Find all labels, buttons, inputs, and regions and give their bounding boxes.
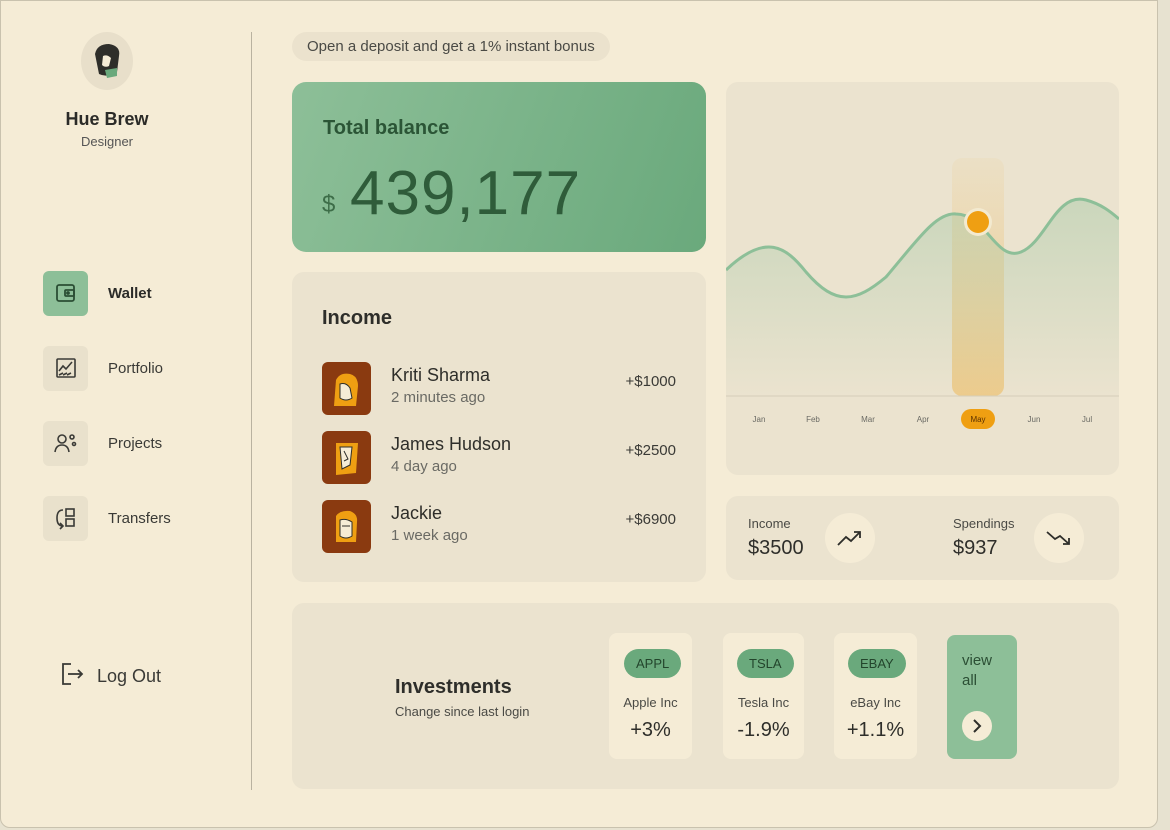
month-label-may[interactable]: May <box>970 415 985 424</box>
nav-label-projects: Projects <box>108 434 163 452</box>
wallet-icon <box>43 270 88 316</box>
stock-change: +3% <box>630 719 671 741</box>
chart-area <box>726 199 1119 396</box>
stock-ticker: TSLA <box>737 649 794 678</box>
income-amount: +$6900 <box>625 511 676 528</box>
balance-currency: $ <box>322 191 336 218</box>
balance-chart: Jan Feb Mar Apr May Jun Jul <box>726 82 1119 475</box>
income-avatar <box>322 500 371 553</box>
income-amount: +$1000 <box>625 373 676 390</box>
chart-svg: Jan Feb Mar Apr May Jun Jul <box>726 158 1119 429</box>
logout-button[interactable]: Log Out <box>59 661 161 692</box>
income-title: Income <box>322 307 393 329</box>
nav-item-projects[interactable]: Projects <box>43 420 233 466</box>
stock-name: Apple Inc <box>623 695 678 710</box>
income-spending-summary: Income $3500 Spendings $937 <box>726 496 1119 580</box>
month-label-jul[interactable]: Jul <box>1082 415 1092 424</box>
profile-name: Hue Brew <box>65 109 149 129</box>
income-row[interactable]: Kriti Sharma 2 minutes ago +$1000 <box>322 362 676 415</box>
income-stat-value: $3500 <box>748 537 804 559</box>
month-label-jan[interactable]: Jan <box>753 415 766 424</box>
sidebar: Hue Brew Designer Wallet Portfolio Proje… <box>1 1 251 829</box>
app-window: Hue Brew Designer Wallet Portfolio Proje… <box>0 0 1158 828</box>
nav-item-portfolio[interactable]: Portfolio <box>43 345 233 391</box>
income-amount: +$2500 <box>625 442 676 459</box>
income-avatar <box>322 431 371 484</box>
stock-ticker: APPL <box>624 649 682 678</box>
income-avatar <box>322 362 371 415</box>
promo-banner[interactable]: Open a deposit and get a 1% instant bonu… <box>292 32 610 61</box>
month-label-apr[interactable]: Apr <box>917 415 930 424</box>
income-time: 4 day ago <box>391 458 457 475</box>
trend-down-icon[interactable] <box>1034 513 1084 563</box>
balance-amount: 439,177 <box>350 159 582 228</box>
chart-icon <box>43 345 88 391</box>
logout-label: Log Out <box>97 666 162 686</box>
spending-stat-value: $937 <box>953 537 998 559</box>
stock-card-tsla[interactable]: TSLA Tesla Inc -1.9% <box>723 633 804 759</box>
view-all-label: view all <box>962 652 993 689</box>
income-name: James Hudson <box>391 434 512 454</box>
team-icon <box>43 420 88 466</box>
stock-ticker: EBAY <box>848 649 906 678</box>
stock-change: -1.9% <box>737 719 790 741</box>
nav-item-wallet[interactable]: Wallet <box>43 270 233 316</box>
income-name: Kriti Sharma <box>391 365 491 385</box>
nav-item-transfers[interactable]: Transfers <box>43 495 233 541</box>
transfer-icon <box>43 495 88 541</box>
income-row[interactable]: Jackie 1 week ago +$6900 <box>322 500 676 553</box>
stock-name: eBay Inc <box>850 695 901 710</box>
income-card: Income Kriti Sharma 2 minutes ago +$1000 <box>292 272 706 582</box>
logout-icon <box>59 661 85 692</box>
stock-card-ebay[interactable]: EBAY eBay Inc +1.1% <box>834 633 917 759</box>
investments-card: Investments Change since last login APPL… <box>292 603 1119 789</box>
nav-label-wallet: Wallet <box>108 284 152 302</box>
profile-avatar[interactable] <box>81 32 133 90</box>
profile-role: Designer <box>80 134 134 149</box>
income-stat-label: Income <box>748 516 791 531</box>
investments-subtitle: Change since last login <box>395 704 530 719</box>
chevron-right-icon[interactable] <box>962 711 992 741</box>
month-label-jun[interactable]: Jun <box>1028 415 1041 424</box>
stock-change: +1.1% <box>846 719 905 741</box>
sidebar-divider <box>251 32 252 790</box>
month-label-feb[interactable]: Feb <box>806 415 820 424</box>
income-time: 1 week ago <box>391 527 468 544</box>
stock-card-appl[interactable]: APPL Apple Inc +3% <box>609 633 692 759</box>
trend-up-icon[interactable] <box>825 513 875 563</box>
spending-stat-label: Spendings <box>953 516 1015 531</box>
investments-title: Investments <box>395 676 512 698</box>
nav-label-transfers: Transfers <box>108 509 171 527</box>
income-time: 2 minutes ago <box>391 389 486 406</box>
balance-card: Total balance $ 439,177 <box>292 82 706 252</box>
balance-title: Total balance <box>323 117 450 139</box>
income-row[interactable]: James Hudson 4 day ago +$2500 <box>322 431 676 484</box>
income-name: Jackie <box>391 503 443 523</box>
month-label-mar[interactable]: Mar <box>861 415 875 424</box>
stock-name: Tesla Inc <box>737 695 790 710</box>
view-all-button[interactable]: view all <box>947 635 1017 759</box>
selected-point-dot <box>967 211 989 233</box>
nav-label-portfolio: Portfolio <box>108 359 164 377</box>
